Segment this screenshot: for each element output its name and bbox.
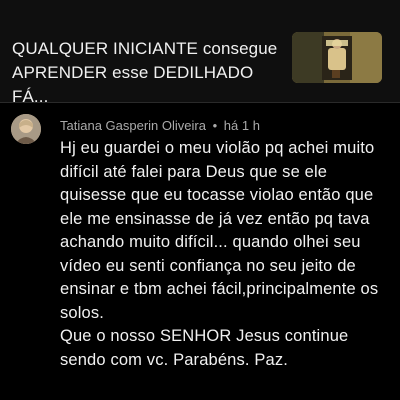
- meta-separator: •: [212, 118, 218, 133]
- comment-time: há 1 h: [223, 118, 260, 133]
- avatar[interactable]: [11, 114, 41, 144]
- comment-line: ele me ensinasse de já vez então pq tava: [60, 209, 370, 228]
- comment-line: quisesse que eu tocasse violao então que: [60, 186, 374, 204]
- comment-line: solos.: [60, 303, 105, 322]
- comment-line: difícil até falei para Deus que se ele: [60, 162, 328, 181]
- comment-line: ensinar e tbm achei fácil,principalmente…: [60, 280, 379, 298]
- comment-author[interactable]: Tatiana Gasperin Oliveira: [60, 118, 206, 133]
- video-thumbnail-image: [292, 32, 382, 83]
- video-thumbnail[interactable]: [292, 32, 382, 83]
- comment-text: Hj eu guardei o meu violão pq achei muit…: [60, 137, 390, 372]
- comment-line: Que o nosso SENHOR Jesus continue: [60, 327, 349, 345]
- video-title[interactable]: QUALQUER INICIANTE consegue APRENDER ess…: [12, 37, 280, 109]
- divider: [0, 102, 400, 103]
- video-header[interactable]: QUALQUER INICIANTE consegue APRENDER ess…: [0, 0, 400, 106]
- comment-line: Hj eu guardei o meu violão pq achei muit…: [60, 139, 375, 157]
- comment-line: vídeo eu senti confiança no seu jeito de: [60, 256, 356, 275]
- comment-meta: Tatiana Gasperin Oliveira • há 1 h: [60, 118, 260, 134]
- comment-line: sendo com vc. Parabéns. Paz.: [60, 350, 288, 369]
- avatar-image: [11, 114, 41, 144]
- comment-line: achando muito difícil... quando olhei se…: [60, 233, 361, 251]
